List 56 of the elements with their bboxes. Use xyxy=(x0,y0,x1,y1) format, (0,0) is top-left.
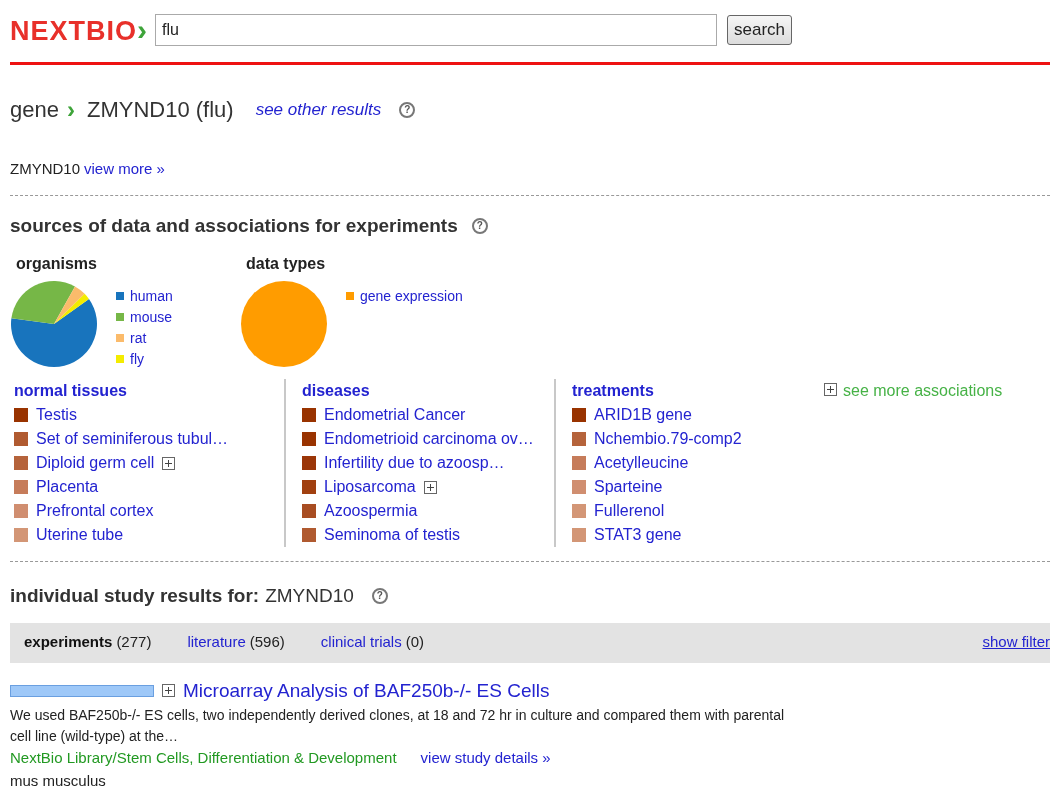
association-link[interactable]: Acetylleucine xyxy=(594,451,689,475)
legend-label[interactable]: mouse xyxy=(130,306,173,328)
association-link[interactable]: Infertility due to azoosp… xyxy=(324,451,505,475)
expand-icon[interactable] xyxy=(824,383,837,396)
help-icon[interactable]: ? xyxy=(371,588,388,605)
organism-label: mus musculus xyxy=(10,770,107,790)
association-link[interactable]: Testis xyxy=(36,403,77,427)
association-link[interactable]: Prefrontal cortex xyxy=(36,499,154,523)
search-field[interactable]: flu xyxy=(155,14,717,46)
expand-icon[interactable] xyxy=(162,684,175,698)
association-link[interactable]: Liposarcoma xyxy=(324,475,416,499)
results-tab[interactable]: experiments (277) xyxy=(24,631,152,654)
association-link[interactable]: Seminoma of testis xyxy=(324,523,461,547)
search-button[interactable]: search xyxy=(727,15,793,45)
chevron-icon: › xyxy=(66,97,75,122)
association-link[interactable]: Azoospermia xyxy=(324,499,418,523)
association-link[interactable]: Diploid germ cell xyxy=(36,451,155,475)
section-heading: individual study results for: xyxy=(10,584,260,608)
expand-icon[interactable] xyxy=(423,480,437,494)
legend-label[interactable]: rat xyxy=(130,327,147,349)
help-icon[interactable]: ? xyxy=(399,101,416,118)
column-heading[interactable]: diseases xyxy=(302,379,554,403)
results-tab[interactable]: literature (596) xyxy=(187,631,285,654)
association-link[interactable]: Set of seminiferous tubul… xyxy=(36,427,229,451)
study-source: NextBio Library/Stem Cells, Differentiation & Development xyxy=(10,748,397,768)
legend-label[interactable]: fly xyxy=(130,348,144,370)
association-link[interactable]: ARID1B gene xyxy=(594,403,692,427)
chart-title: organisms xyxy=(15,254,98,274)
chart-title: data types xyxy=(245,254,327,274)
logo[interactable]: NEXTBIO› xyxy=(10,15,147,45)
category-label: gene xyxy=(10,96,59,124)
association-link[interactable]: STAT3 gene xyxy=(594,523,682,547)
association-link[interactable]: Sparteine xyxy=(594,475,663,499)
other-results-link[interactable]: see other results xyxy=(255,96,382,123)
study-details-link[interactable]: view study details » xyxy=(420,747,551,770)
gene-symbol: ZMYND10 xyxy=(10,159,80,179)
legend-label[interactable]: gene expression xyxy=(360,285,463,307)
view-more-link[interactable]: view more » xyxy=(84,158,165,181)
study-description: We used BAF250b-/- ES cells, two independently derived clones, at 18 and 72 hr in culture and compared them with parental cell line (wild-type) at the… xyxy=(10,706,786,746)
gene-title: ZMYND10 (flu) xyxy=(86,96,234,124)
column-heading[interactable]: normal tissues xyxy=(14,379,278,403)
column-heading[interactable]: treatments xyxy=(572,379,824,403)
association-link[interactable]: Uterine tube xyxy=(36,523,124,547)
show-filter-link[interactable]: show filter xyxy=(982,631,1050,654)
association-link[interactable]: Nchembio.79-comp2 xyxy=(594,427,742,451)
help-icon[interactable]: ? xyxy=(471,217,488,234)
section-heading: sources of data and associations for experiments xyxy=(10,213,458,238)
association-link[interactable]: Endometrial Cancer xyxy=(324,403,466,427)
association-link[interactable]: Endometrioid carcinoma ov… xyxy=(324,427,534,451)
association-link[interactable]: Fullerenol xyxy=(594,499,665,523)
association-link[interactable]: Placenta xyxy=(36,475,99,499)
expand-icon[interactable] xyxy=(162,456,176,470)
results-tab[interactable]: clinical trials (0) xyxy=(320,631,424,654)
study-title-link[interactable]: Microarray Analysis of BAF250b-/- ES Cells xyxy=(183,676,550,705)
gene-name: ZMYND10 xyxy=(265,584,354,608)
legend-label[interactable]: human xyxy=(130,285,173,307)
